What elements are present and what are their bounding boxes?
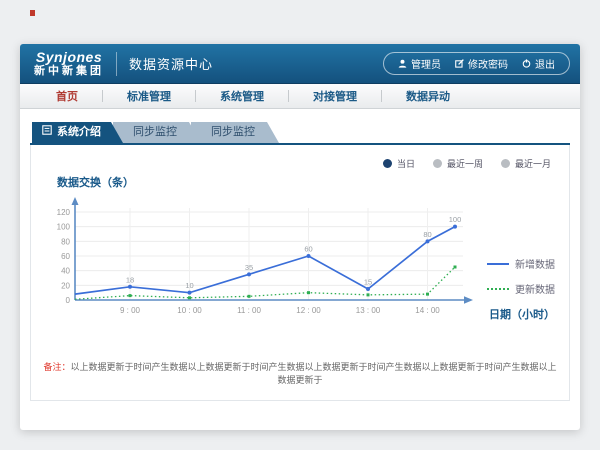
radio-dot-icon	[383, 159, 392, 168]
radio-today[interactable]: 当日	[383, 157, 415, 170]
logout-button[interactable]: 退出	[522, 56, 555, 71]
radio-dot-icon	[433, 159, 442, 168]
nav-item-interface-mgmt[interactable]: 对接管理	[289, 88, 381, 104]
logo-text-en: Synjones	[36, 50, 102, 65]
svg-text:20: 20	[61, 281, 70, 290]
main-nav: 首页标准管理系统管理对接管理数据异动	[20, 84, 580, 109]
svg-text:35: 35	[245, 263, 253, 272]
tab-label: 系统介绍	[57, 122, 101, 143]
user-icon	[398, 59, 407, 68]
svg-text:60: 60	[304, 245, 312, 254]
power-icon	[522, 59, 531, 68]
red-dot	[30, 10, 35, 16]
svg-text:0: 0	[66, 296, 71, 305]
current-user[interactable]: 管理员	[398, 56, 441, 71]
svg-text:100: 100	[449, 215, 462, 224]
svg-text:120: 120	[57, 208, 71, 217]
tab-sync-monitor-2[interactable]: 同步监控	[191, 122, 279, 143]
logout-label: 退出	[535, 56, 555, 71]
logo-text-cn: 新中新集团	[34, 65, 104, 77]
svg-text:80: 80	[61, 237, 70, 246]
user-controls: 管理员 修改密码 退出	[383, 52, 570, 75]
x-axis-title: 日期（小时）	[489, 306, 555, 322]
app-window: Synjones 新中新集团 数据资源中心 管理员 修改密码	[20, 44, 580, 430]
svg-text:12 : 00: 12 : 00	[296, 306, 321, 315]
company-logo: Synjones 新中新集团	[34, 50, 104, 77]
legend-label: 新增数据	[515, 256, 555, 271]
footnote-text: 以上数据更新于时间产生数据以上数据更新于时间产生数据以上数据更新于时间产生数据以…	[71, 362, 557, 385]
svg-text:60: 60	[61, 252, 70, 261]
footnote: 备注：以上数据更新于时间产生数据以上数据更新于时间产生数据以上数据更新于时间产生…	[43, 360, 557, 386]
legend-line-swatch	[487, 288, 509, 290]
chart-panel: 当日 最近一周 最近一月 数据交换（条） 0 20 40 60 80 100 120 9 : 00…	[30, 145, 570, 401]
top-header: Synjones 新中新集团 数据资源中心 管理员 修改密码	[20, 44, 580, 84]
current-user-label: 管理员	[411, 56, 441, 71]
document-icon	[42, 122, 52, 143]
radio-label: 最近一周	[447, 157, 483, 170]
legend-new-data[interactable]: 新增数据	[487, 256, 555, 271]
edit-icon	[455, 59, 464, 68]
y-axis-title: 数据交换（条）	[57, 174, 557, 190]
footnote-prefix: 备注：	[43, 362, 70, 372]
svg-text:18: 18	[126, 275, 134, 284]
svg-text:15: 15	[364, 278, 372, 287]
svg-text:40: 40	[61, 267, 70, 276]
nav-item-system-mgmt[interactable]: 系统管理	[196, 88, 288, 104]
svg-text:14 : 00: 14 : 00	[415, 306, 440, 315]
radio-label: 最近一月	[515, 157, 551, 170]
change-password-label: 修改密码	[468, 56, 508, 71]
time-range-filter: 当日 最近一周 最近一月	[43, 153, 557, 172]
svg-text:13 : 00: 13 : 00	[356, 306, 381, 315]
tab-label: 同步监控	[211, 126, 255, 138]
svg-text:80: 80	[423, 230, 431, 239]
radio-dot-icon	[501, 159, 510, 168]
svg-text:100: 100	[57, 223, 71, 232]
main-content: 系统介绍 同步监控 同步监控 当日 最近一周 最近一月 数据交换（条） 0 20 40 60 8…	[20, 109, 580, 401]
radio-last-week[interactable]: 最近一周	[433, 157, 483, 170]
legend-label: 更新数据	[515, 281, 555, 296]
series-legend: 新增数据更新数据	[487, 256, 555, 296]
radio-last-month[interactable]: 最近一月	[501, 157, 551, 170]
nav-item-data-change[interactable]: 数据异动	[382, 88, 474, 104]
svg-text:11 : 00: 11 : 00	[237, 306, 261, 315]
legend-line-swatch	[487, 263, 509, 265]
change-password-button[interactable]: 修改密码	[455, 56, 508, 71]
nav-item-standard-mgmt[interactable]: 标准管理	[103, 88, 195, 104]
tab-system-intro[interactable]: 系统介绍	[32, 122, 123, 143]
line-chart: 0 20 40 60 80 100 120 9 : 00 10 : 00 11 : 00 12 : …	[51, 194, 483, 329]
svg-text:9 : 00: 9 : 00	[120, 306, 141, 315]
tab-sync-monitor-1[interactable]: 同步监控	[113, 122, 201, 143]
radio-label: 当日	[397, 157, 415, 170]
tab-bar: 系统介绍 同步监控 同步监控	[30, 122, 570, 143]
page-title: 数据资源中心	[129, 54, 213, 73]
chart-area: 0 20 40 60 80 100 120 9 : 00 10 : 00 11 : 00 12 : …	[43, 194, 557, 344]
svg-text:10 : 00: 10 : 00	[177, 306, 202, 315]
svg-text:10: 10	[185, 281, 193, 290]
legend-updated-data[interactable]: 更新数据	[487, 281, 555, 296]
nav-item-home[interactable]: 首页	[32, 88, 102, 104]
header-divider	[116, 52, 117, 76]
tab-label: 同步监控	[133, 126, 177, 138]
